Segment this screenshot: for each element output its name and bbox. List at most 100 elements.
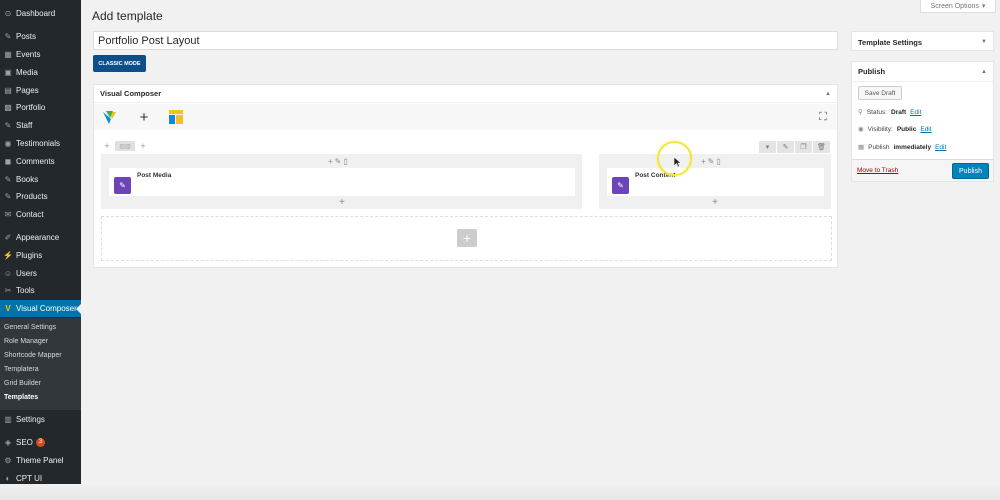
add-to-column-icon[interactable]: + (336, 197, 348, 208)
element-post-media[interactable]: ✎ Post Media (109, 168, 575, 196)
template-settings-box[interactable]: Template Settings ▼ (851, 31, 994, 51)
visibility-label: Visibility: (867, 125, 893, 133)
row-controls-left: + ▥▥ + (101, 141, 149, 151)
sidebar-item-label: Users (16, 269, 37, 278)
sidebar-item-products[interactable]: ✎ Products (0, 188, 81, 205)
speech-bubble-icon: ◉ (4, 139, 12, 148)
sidebar-item-label: CPT UI (16, 474, 43, 483)
sidebar-item-portfolio[interactable]: ▩ Portfolio (0, 99, 81, 116)
publish-actions: Move to Trash Publish (852, 159, 993, 181)
clone-row-icon[interactable]: ❐ (795, 141, 812, 153)
status-value: Draft (891, 108, 907, 116)
submenu-item-role-manager[interactable]: Role Manager (4, 338, 48, 345)
pages-icon: ▤ (4, 86, 12, 95)
row-layout-icon[interactable]: ▥▥ (115, 141, 135, 151)
mail-icon: ✉ (4, 210, 12, 219)
publish-button[interactable]: Publish (952, 163, 989, 179)
seo-icon: ◈ (4, 438, 12, 447)
sidebar-item-testimonials[interactable]: ◉ Testimonials (0, 135, 81, 152)
sidebar-item-pages[interactable]: ▤ Pages (0, 82, 81, 99)
sidebar-item-users[interactable]: ☺ Users (0, 265, 81, 282)
visual-composer-submenu: General Settings Role Manager Shortcode Ma… (0, 318, 81, 410)
screen-options-label: Screen Options (930, 2, 979, 10)
save-draft-button[interactable]: Save Draft (858, 86, 902, 100)
pin-icon: ✎ (4, 32, 12, 41)
vc-box-title: Visual Composer (100, 89, 162, 98)
submenu-item-shortcode-mapper[interactable]: Shortcode Mapper (4, 352, 62, 359)
submenu-item-templates[interactable]: Templates (4, 394, 38, 401)
seo-notification-badge: 3 (35, 438, 46, 447)
screen-options-button[interactable]: Screen Options ▾ (920, 0, 996, 13)
sidebar-item-plugins[interactable]: ⚡ Plugins (0, 247, 81, 264)
add-element-icon[interactable]: + (136, 109, 152, 126)
submenu-item-grid-builder[interactable]: Grid Builder (4, 380, 41, 387)
sidebar-item-dashboard[interactable]: ⊙ Dashboard (0, 5, 81, 22)
sidebar-item-seo[interactable]: ◈ SEO 3 (0, 434, 81, 451)
submenu-item-templatera[interactable]: Templatera (4, 366, 39, 373)
sidebar-item-theme-panel[interactable]: ⚙ Theme Panel (0, 452, 81, 469)
sidebar-item-contact[interactable]: ✉ Contact (0, 206, 81, 223)
sidebar-item-media[interactable]: ▣ Media (0, 64, 81, 81)
classic-mode-button[interactable]: CLASSIC MODE (93, 55, 146, 72)
sidebar-item-tools[interactable]: ✂ Tools (0, 282, 81, 299)
templates-icon[interactable] (168, 109, 184, 125)
sidebar-item-posts[interactable]: ✎ Posts (0, 28, 81, 45)
sidebar-item-books[interactable]: ✎ Books (0, 171, 81, 188)
column-controls: + ✎ ▯ (701, 157, 721, 166)
triangle-down-icon: ▼ (981, 39, 987, 45)
collapse-icon[interactable]: ▲ (825, 91, 831, 97)
add-icon[interactable]: + (328, 157, 333, 166)
add-icon[interactable]: + (701, 157, 706, 166)
sidebar-item-appearance[interactable]: ✐ Appearance (0, 229, 81, 246)
triangle-down-icon: ▾ (981, 3, 986, 10)
bottom-bar (0, 484, 1000, 500)
submenu-item-general-settings[interactable]: General Settings (4, 324, 56, 331)
template-title-input[interactable] (93, 31, 838, 50)
settings-icon: ▥ (4, 415, 12, 424)
sidebar-item-events[interactable]: ▦ Events (0, 46, 81, 63)
row-move-icon[interactable]: + (101, 141, 113, 151)
toggle-row-icon[interactable]: ▾ (759, 141, 776, 153)
fullscreen-icon[interactable]: ⛶ (815, 109, 831, 125)
sidebar-item-visual-composer[interactable]: V Visual Composer (0, 300, 81, 317)
sidebar-item-comments[interactable]: ◼ Comments (0, 153, 81, 170)
sidebar-item-label: Testimonials (16, 139, 61, 148)
publish-header[interactable]: Publish ▲ (852, 62, 993, 82)
publish-time-label: Publish (868, 143, 890, 151)
sidebar-item-label: SEO (16, 438, 33, 447)
column-controls: + ✎ ▯ (328, 157, 348, 166)
edit-visibility-link[interactable]: Edit (920, 126, 931, 133)
cpt-icon: ◐ (5, 474, 11, 483)
add-to-column-icon[interactable]: + (709, 197, 721, 208)
comments-icon: ◼ (4, 157, 12, 166)
pin-icon: ✎ (4, 121, 12, 130)
plugin-icon: ⚡ (3, 251, 13, 260)
edit-status-link[interactable]: Edit (910, 109, 921, 116)
row-add-icon[interactable]: + (137, 141, 149, 151)
element-post-content[interactable]: ✎ Post Content (607, 168, 824, 196)
pencil-icon[interactable]: ✎ (708, 157, 715, 166)
pencil-icon[interactable]: ✎ (335, 157, 342, 166)
sidebar-item-label: Settings (16, 415, 45, 424)
add-row-area[interactable]: + (101, 216, 832, 261)
sidebar-item-settings[interactable]: ▥ Settings (0, 411, 81, 428)
template-settings-header[interactable]: Template Settings ▼ (852, 32, 993, 52)
collapse-icon[interactable]: ▲ (981, 69, 987, 75)
vc-logo-icon[interactable] (101, 109, 117, 125)
edit-publish-time-link[interactable]: Edit (935, 144, 946, 151)
trash-icon[interactable]: ▯ (716, 157, 720, 166)
vc-box-header[interactable]: Visual Composer ▲ (94, 85, 837, 103)
page-title: Add template (92, 9, 163, 23)
add-row-icon[interactable]: + (457, 229, 477, 247)
sidebar-item-label: Contact (16, 210, 44, 219)
move-to-trash-link[interactable]: Move to Trash (857, 167, 898, 174)
delete-row-icon[interactable]: 🗑 (813, 141, 830, 153)
pencil-icon: ✎ (612, 176, 629, 194)
sidebar-item-staff[interactable]: ✎ Staff (0, 117, 81, 134)
brush-icon: ✐ (4, 233, 12, 242)
sidebar-item-label: Appearance (16, 233, 60, 242)
calendar-icon: ▦ (4, 50, 12, 59)
template-settings-title: Template Settings (858, 37, 923, 47)
edit-row-icon[interactable]: ✎ (777, 141, 794, 153)
trash-icon[interactable]: ▯ (343, 157, 347, 166)
